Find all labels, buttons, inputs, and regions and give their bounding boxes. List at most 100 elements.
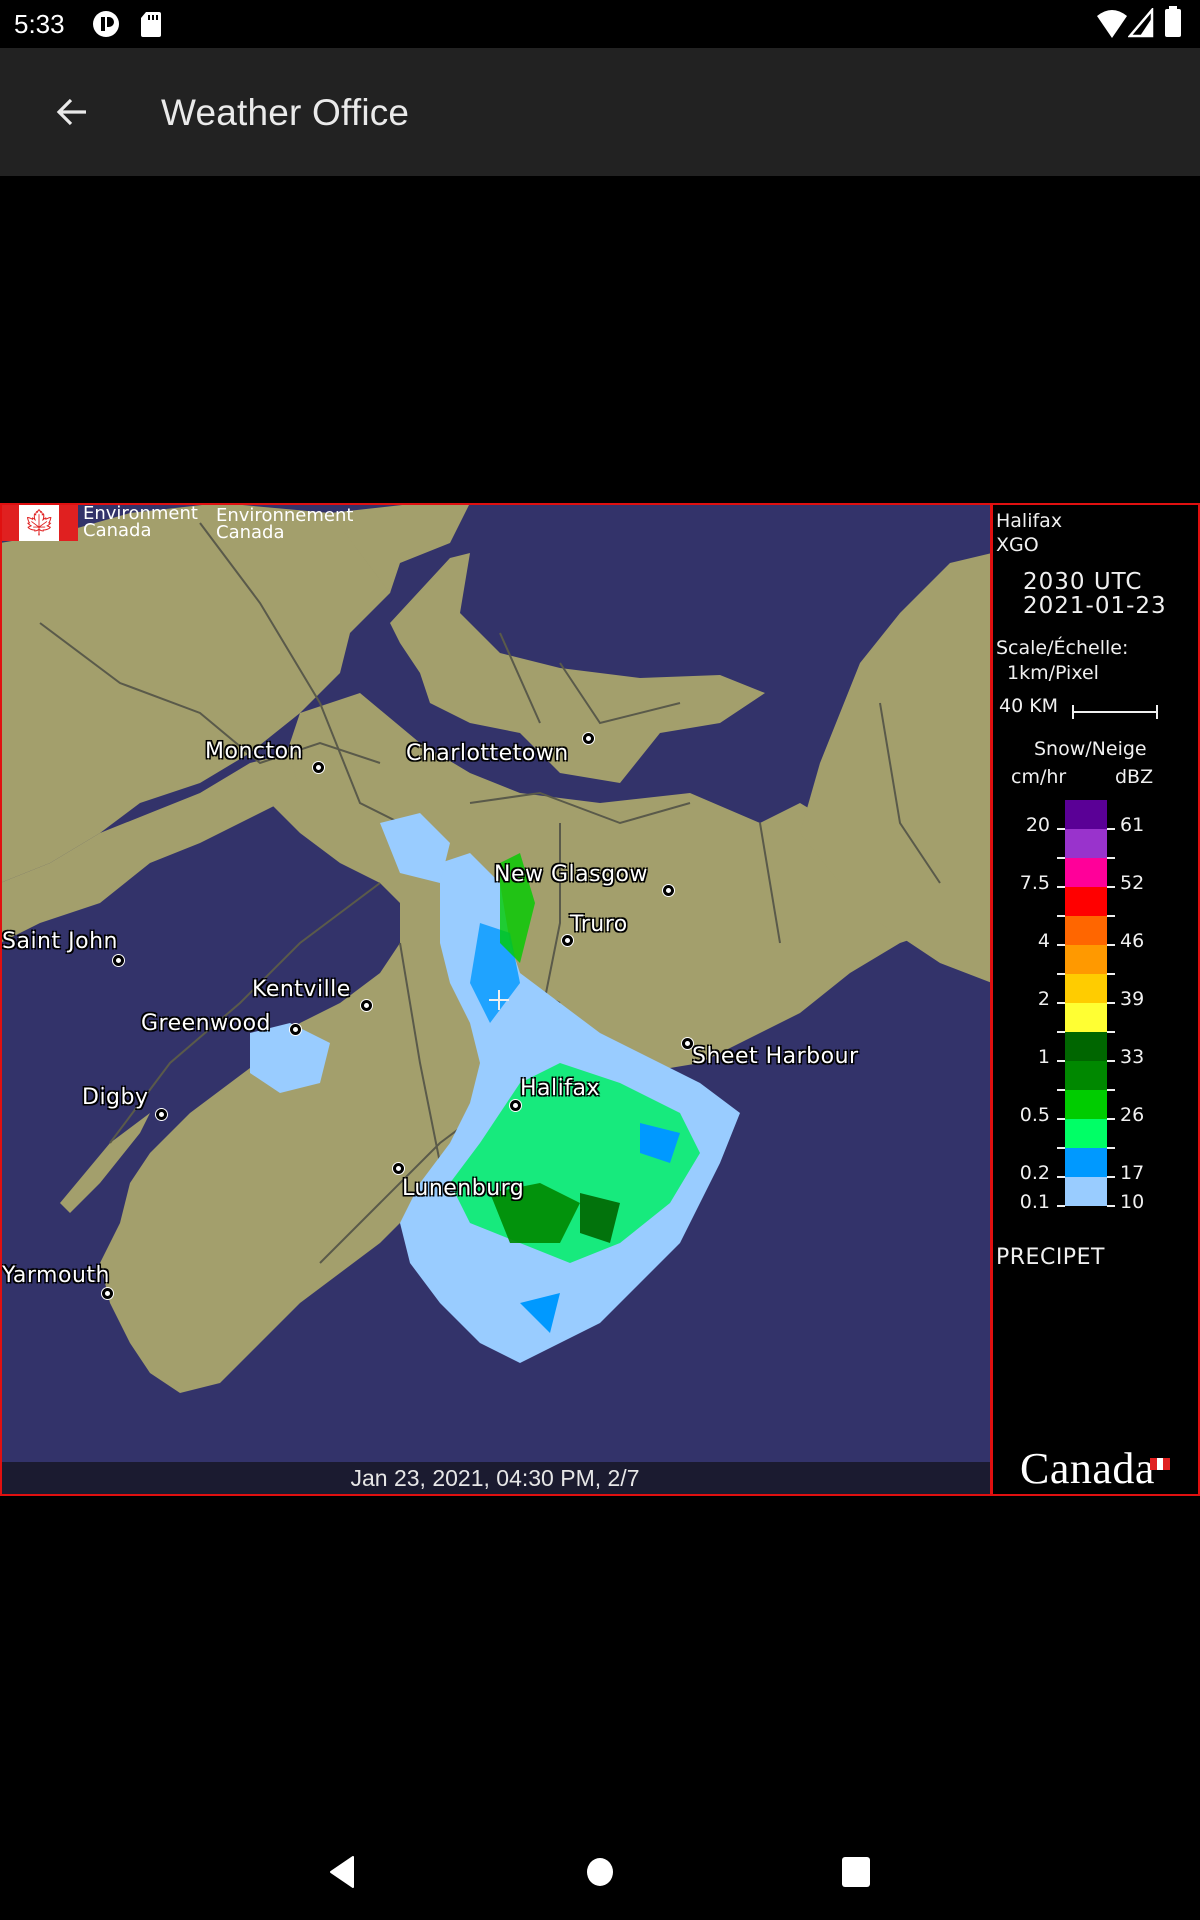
status-time: 5:33	[14, 9, 65, 39]
legend-tick	[1057, 973, 1065, 975]
legend-tick	[1107, 944, 1115, 946]
legend-swatch	[1065, 916, 1107, 945]
legend-tick	[1057, 1205, 1065, 1207]
nav-back-button[interactable]	[320, 1852, 364, 1896]
product-label: PRECIPET	[996, 1245, 1105, 1270]
legend-swatch	[1065, 1119, 1107, 1148]
city-label: Digby	[82, 1085, 149, 1110]
nav-recents-icon	[841, 1856, 871, 1893]
city-label: Lunenburg	[402, 1176, 525, 1201]
radar-info-panel: Halifax XGO 2030 UTC 2021-01-23 Scale/Éc…	[993, 503, 1200, 1496]
legend-tick	[1107, 973, 1115, 975]
battery-icon	[1164, 6, 1182, 43]
legend-tick	[1107, 1060, 1115, 1062]
legend-swatch	[1065, 1061, 1107, 1090]
scale-bar-label: 40 KM	[999, 695, 1059, 717]
city-label: Yarmouth	[2, 1263, 110, 1288]
scale-label: Scale/Échelle:	[996, 637, 1129, 659]
city-marker	[156, 1109, 167, 1120]
app-notification-icon	[92, 10, 120, 43]
cell-signal-icon	[1127, 6, 1154, 43]
legend-dbz-label: 39	[1120, 988, 1145, 1010]
agency-name-en: Environment Canada	[83, 503, 198, 541]
frame-caption-bar: Jan 23, 2021, 04:30 PM, 2/7	[0, 1462, 990, 1496]
legend-tick	[1057, 915, 1065, 917]
legend-tick	[1107, 1031, 1115, 1033]
legend-tick	[1107, 1118, 1115, 1120]
legend-swatch	[1065, 945, 1107, 974]
legend-dbz-label: 52	[1120, 872, 1145, 894]
city-marker	[663, 885, 674, 896]
legend-dbz-label: 26	[1120, 1104, 1145, 1126]
legend-dbz-label: 17	[1120, 1162, 1145, 1184]
agency-name-fr: Environnement Canada	[216, 505, 354, 543]
city-label: Charlottetown	[406, 741, 569, 766]
legend-rate-label: 4	[1037, 930, 1050, 952]
legend-tick	[1107, 886, 1115, 888]
radar-time: 2030 UTC	[1023, 569, 1143, 595]
legend-title: Snow/Neige	[1034, 738, 1147, 760]
legend-unit-rate: cm/hr	[1011, 766, 1067, 788]
city-label: Moncton	[205, 739, 304, 764]
city-marker	[102, 1288, 113, 1299]
legend-tick	[1057, 1031, 1065, 1033]
legend-tick	[1057, 1147, 1065, 1149]
legend-dbz-label: 33	[1120, 1046, 1145, 1068]
city-label: Saint John	[2, 929, 118, 954]
legend-swatch	[1065, 1032, 1107, 1061]
legend-swatch	[1065, 1148, 1107, 1177]
nav-home-button[interactable]	[578, 1852, 622, 1896]
legend-swatch	[1065, 1090, 1107, 1119]
legend-unit-dbz: dBZ	[1115, 766, 1154, 788]
city-label: Sheet Harbour	[692, 1044, 859, 1069]
city-label: Halifax	[520, 1076, 600, 1101]
legend-tick	[1057, 886, 1065, 888]
legend-rate-label: 0.1	[1019, 1191, 1050, 1213]
city-label: Kentville	[252, 977, 351, 1002]
back-button[interactable]	[40, 82, 104, 146]
city-label: Greenwood	[141, 1011, 272, 1036]
legend-swatch	[1065, 974, 1107, 1003]
legend-tick	[1107, 828, 1115, 830]
legend-tick	[1107, 915, 1115, 917]
canada-flag-icon: 🍁︎	[0, 503, 78, 541]
legend-tick	[1057, 857, 1065, 859]
legend-tick	[1107, 1002, 1115, 1004]
city-marker	[562, 935, 573, 946]
station-name: Halifax	[996, 510, 1063, 532]
legend-color-bar	[1065, 800, 1107, 1206]
scale-bar	[1072, 705, 1158, 719]
city-marker	[393, 1163, 404, 1174]
legend-rate-label: 0.2	[1019, 1162, 1050, 1184]
legend-swatch	[1065, 1003, 1107, 1032]
legend-tick	[1057, 1118, 1065, 1120]
environment-canada-logo: 🍁︎ Environment Canada	[0, 503, 198, 541]
legend-dbz-label: 61	[1120, 814, 1145, 836]
frame-caption: Jan 23, 2021, 04:30 PM, 2/7	[350, 1465, 640, 1491]
radar-date: 2021-01-23	[1023, 593, 1167, 619]
city-marker	[682, 1038, 693, 1049]
wordmark-flag-icon	[1150, 1458, 1171, 1470]
legend-swatch	[1065, 800, 1107, 829]
nav-recents-button[interactable]	[834, 1852, 878, 1896]
city-marker	[290, 1024, 301, 1035]
station-code: XGO	[996, 534, 1039, 556]
legend-tick	[1057, 828, 1065, 830]
scale-value: 1km/Pixel	[1007, 662, 1099, 684]
page-title: Weather Office	[161, 92, 410, 133]
legend-tick	[1107, 1176, 1115, 1178]
nav-back-icon	[329, 1855, 355, 1894]
legend-rate-label: 20	[1025, 814, 1050, 836]
legend-tick	[1107, 1147, 1115, 1149]
arrow-back-icon	[54, 94, 90, 135]
legend-rate-label: 0.5	[1019, 1104, 1050, 1126]
legend-swatch	[1065, 887, 1107, 916]
canada-wordmark: Canada	[1020, 1444, 1155, 1493]
system-nav-bar	[0, 1824, 1200, 1920]
legend-dbz-label: 46	[1120, 930, 1145, 952]
legend-tick	[1057, 1060, 1065, 1062]
city-marker	[583, 733, 594, 744]
legend-tick	[1057, 944, 1065, 946]
legend-tick	[1107, 1089, 1115, 1091]
legend-rate-label: 2	[1037, 988, 1050, 1010]
